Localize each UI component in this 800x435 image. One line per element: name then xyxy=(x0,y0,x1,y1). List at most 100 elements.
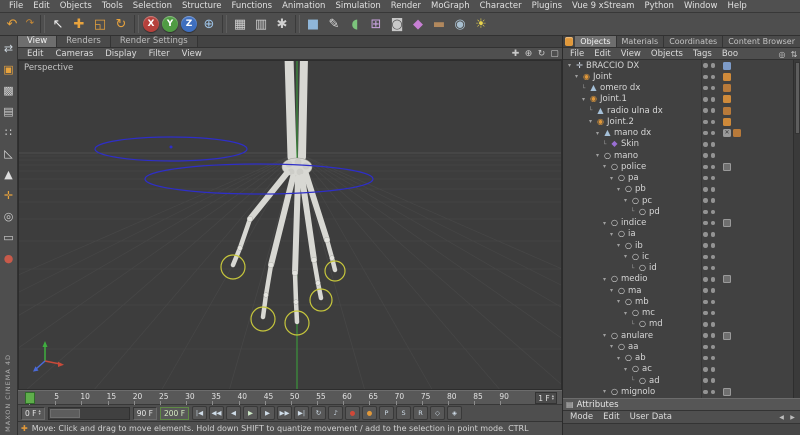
editor-visibility-dot[interactable] xyxy=(703,142,708,147)
om-menu-view[interactable]: View xyxy=(616,49,646,59)
end-frame-field[interactable]: 90 F xyxy=(132,406,157,420)
pan-view-icon[interactable]: ✚ xyxy=(509,49,522,60)
tree-row-mano[interactable]: ▾ ○ mano xyxy=(563,150,794,161)
expander-icon[interactable]: ▾ xyxy=(607,231,616,238)
tree-row-id[interactable]: └ ○ id xyxy=(563,263,794,274)
render-visibility-dot[interactable] xyxy=(710,265,715,271)
tree-row-pb[interactable]: ▾ ○ pb xyxy=(563,184,794,195)
expander-icon[interactable]: └ xyxy=(628,321,637,328)
record-pla-button[interactable]: ◈ xyxy=(447,406,463,420)
tab-content-browser[interactable]: Content Browser xyxy=(723,36,800,47)
editor-visibility-dot[interactable] xyxy=(703,198,708,203)
render-visibility-dot[interactable] xyxy=(710,187,715,192)
record-rotation-button[interactable]: R xyxy=(413,406,429,420)
current-frame-field[interactable]: 0 F ▴ ▾ xyxy=(21,406,45,420)
tree-row-ac[interactable]: ▾ ○ ac xyxy=(563,364,794,375)
render-settings-icon[interactable]: ✱ xyxy=(272,14,292,34)
ikspline-tag[interactable] xyxy=(723,275,731,284)
menu-render[interactable]: Render xyxy=(386,1,426,11)
editor-visibility-dot[interactable] xyxy=(703,130,708,136)
editor-visibility-dot[interactable] xyxy=(703,220,708,226)
tab-renders[interactable]: Renders xyxy=(57,36,111,47)
render-visibility-dot[interactable] xyxy=(710,288,715,293)
timeline-ruler[interactable]: 051015202530354045505560657075808590 1 F… xyxy=(18,390,562,405)
render-visibility-dot[interactable] xyxy=(710,344,715,350)
expander-icon[interactable]: └ xyxy=(586,107,595,114)
add-deformer-icon[interactable]: ◆ xyxy=(408,14,428,34)
enable-axis-icon[interactable]: ✛ xyxy=(1,188,16,203)
editor-visibility-dot[interactable] xyxy=(703,232,708,237)
play-button[interactable]: ▶ xyxy=(243,406,259,420)
vp-menu-filter[interactable]: Filter xyxy=(143,49,176,59)
autokey-icon[interactable]: ● xyxy=(1,251,16,266)
editor-visibility-dot[interactable] xyxy=(703,355,708,361)
add-boole-icon[interactable]: ◙ xyxy=(387,14,407,34)
menu-window[interactable]: Window xyxy=(679,1,723,11)
expander-icon[interactable]: ▾ xyxy=(614,186,623,193)
expander-icon[interactable]: ▾ xyxy=(593,130,602,137)
tab-objects[interactable]: Objects xyxy=(575,36,617,47)
frame-step-field[interactable]: 1 F ▴ ▾ xyxy=(535,392,557,404)
scroll-to-active-icon[interactable]: ⇅ xyxy=(788,49,800,60)
loop-button[interactable]: ↻ xyxy=(311,406,327,420)
editor-visibility-dot[interactable] xyxy=(703,108,708,113)
editor-visibility-dot[interactable] xyxy=(703,175,708,181)
render-visibility-dot[interactable] xyxy=(710,74,715,80)
om-menu-objects[interactable]: Objects xyxy=(646,49,688,59)
edges-mode-icon[interactable]: ◺ xyxy=(1,146,16,161)
timeline-scrollbar[interactable] xyxy=(47,406,130,420)
attr-menu-mode[interactable]: Mode xyxy=(565,412,598,422)
next-key-button[interactable]: ▶▶ xyxy=(277,406,293,420)
current-frame-marker[interactable] xyxy=(25,392,35,404)
viewport-view-label[interactable]: Perspective xyxy=(24,63,73,73)
constraint-tag[interactable] xyxy=(723,106,731,115)
editor-visibility-dot[interactable] xyxy=(703,322,708,327)
expander-icon[interactable]: ▾ xyxy=(621,253,630,260)
render-visibility-dot[interactable] xyxy=(710,254,715,260)
om-menu-bookmarks[interactable]: Boo xyxy=(717,49,743,59)
add-camera-icon[interactable]: ◉ xyxy=(450,14,470,34)
tree-row-pc[interactable]: ▾ ○ pc xyxy=(563,195,794,206)
render-visibility-dot[interactable] xyxy=(710,367,715,372)
workplane-lock-icon[interactable]: ▭ xyxy=(1,230,16,245)
render-visibility-dot[interactable] xyxy=(710,333,715,338)
editor-visibility-dot[interactable] xyxy=(703,243,708,248)
tree-row-ab[interactable]: ▾ ○ ab xyxy=(563,353,794,364)
render-view-icon[interactable]: ▦ xyxy=(230,14,250,34)
expander-icon[interactable]: └ xyxy=(600,141,609,148)
lock-z-button[interactable]: Z xyxy=(181,16,197,32)
render-visibility-dot[interactable] xyxy=(710,108,715,113)
make-editable-icon[interactable]: ⇄ xyxy=(1,41,16,56)
editor-visibility-dot[interactable] xyxy=(703,254,708,260)
render-visibility-dot[interactable] xyxy=(710,63,715,68)
render-visibility-dot[interactable] xyxy=(710,119,715,125)
tab-coordinates[interactable]: Coordinates xyxy=(664,36,724,47)
expander-icon[interactable]: ▾ xyxy=(586,118,595,125)
render-visibility-dot[interactable] xyxy=(710,355,715,361)
ikspline-tag[interactable] xyxy=(723,387,731,396)
texture-mode-icon[interactable]: ▩ xyxy=(1,83,16,98)
menu-help[interactable]: Help xyxy=(722,1,751,11)
tree-row-medio[interactable]: ▾ ○ medio xyxy=(563,274,794,285)
tree-row-joint-1[interactable]: ▾ ◉ Joint.1 xyxy=(563,94,794,105)
expander-icon[interactable]: ▾ xyxy=(607,287,616,294)
editor-visibility-dot[interactable] xyxy=(703,209,708,215)
expander-icon[interactable]: ▾ xyxy=(614,298,623,305)
menu-character[interactable]: Character xyxy=(475,1,527,11)
xpresso-tag[interactable] xyxy=(723,61,731,70)
tree-row-joint-2[interactable]: ▾ ◉ Joint.2 xyxy=(563,116,794,127)
toggle-view-icon[interactable]: ▢ xyxy=(548,49,561,60)
tree-row-omero-dx[interactable]: └ ▲ omero dx xyxy=(563,83,794,94)
tree-row-indice[interactable]: ▾ ○ indice xyxy=(563,218,794,229)
weight-tag[interactable] xyxy=(723,129,731,138)
expander-icon[interactable]: ▾ xyxy=(600,220,609,227)
expander-icon[interactable]: └ xyxy=(628,377,637,384)
record-scale-button[interactable]: S xyxy=(396,406,412,420)
editor-visibility-dot[interactable] xyxy=(703,85,708,91)
render-visibility-dot[interactable] xyxy=(710,299,715,305)
menu-mograph[interactable]: MoGraph xyxy=(426,1,475,11)
render-visibility-dot[interactable] xyxy=(710,277,715,282)
expander-icon[interactable]: ▾ xyxy=(593,152,602,159)
vp-menu-cameras[interactable]: Cameras xyxy=(49,49,99,59)
tree-row-ad[interactable]: └ ○ ad xyxy=(563,375,794,386)
